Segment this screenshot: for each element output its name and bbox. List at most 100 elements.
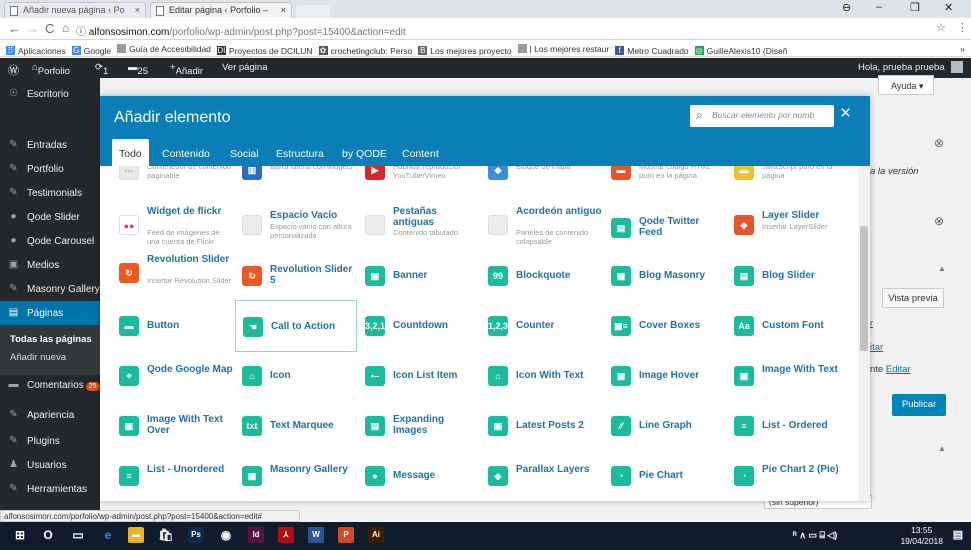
updates-link[interactable]: ⟳ 1 [95,62,108,77]
wordpress-logo-icon[interactable]: Ⓦ [8,62,19,78]
element-card[interactable]: 99 Blockquote [481,250,603,302]
taskbar-app-icon[interactable]: ▭ [70,527,86,543]
element-card[interactable]: •– Icon List Item [358,350,480,402]
site-name-link[interactable]: ⌂ Porfolio [32,62,70,77]
edit-link[interactable]: r [870,318,873,329]
sidebar-item-portfolio[interactable]: ✎ Portfolio [0,157,100,181]
element-search-input[interactable]: ⌕ Buscar elemento por nomb [690,105,834,127]
browser-menu-icon[interactable]: ⋮ [957,21,968,34]
tab-content[interactable]: Content [402,148,439,160]
taskbar-app-icon[interactable]: W [308,527,324,543]
view-page-link[interactable]: Ver página [222,62,267,73]
bookmark-item[interactable]: ◎ GuilleAlexis10 (Diseñ [694,42,787,56]
element-card[interactable]: ⁄⁄ Line Graph [604,400,726,452]
element-card[interactable]: ☚ Call to Action [235,300,357,352]
add-new-link[interactable]: + Añadir [170,62,203,77]
browser-tab-add-page[interactable]: Añadir nueva página ‹ Po × [4,2,146,18]
element-card[interactable]: ◔ Pie Chart [604,450,726,501]
element-card[interactable]: ▤ Blog Slider [727,250,849,302]
element-card[interactable]: Espacio Vacío Espacio vacío con altura pe… [235,202,357,254]
taskbar-clock[interactable]: 13:55 19/04/2018 [900,525,943,547]
sidebar-item-entradas[interactable]: ✎ Entradas [0,133,100,157]
taskbar-app-icon[interactable]: ◉ [218,527,234,543]
element-card[interactable]: ▣ Image With Text [727,350,849,402]
element-card[interactable]: ⌂ Icon With Text [481,350,603,402]
element-card[interactable]: Acordeón antiguo Paneles de contenido col… [481,202,603,254]
windows-start-icon[interactable]: ⊞ [12,527,28,543]
sidebar-item-escritorio[interactable]: ☉ Escritorio [0,82,100,106]
maximize-icon[interactable]: ❐ [910,1,920,14]
dismiss-icon[interactable]: ⊗ [934,214,944,228]
sidebar-item-medios[interactable]: ▣ Medios [0,253,100,277]
bookmark-item[interactable]: Guía de Accesibilidad [117,40,211,56]
element-card[interactable]: 3,2,1 Countdown [358,300,480,352]
sidebar-item-apariencia[interactable]: ✎ Apariencia [0,403,100,427]
tab-todo[interactable]: Todo [112,139,149,166]
system-tray-icons[interactable]: ᴿ ∧ ▭ ⌸ ◁) [790,527,840,543]
tab-estructura[interactable]: Estructura [276,148,324,160]
notifications-icon[interactable]: ▤ [950,527,966,543]
comments-link[interactable]: ▬ 25 [128,62,148,77]
submenu-add-new[interactable]: Añadir nueva [10,352,66,363]
element-card[interactable]: ▣≡ Cover Boxes [604,300,726,352]
element-card[interactable]: ≡ List - Unordered [112,450,234,501]
submenu-all-pages[interactable]: Todas las páginas [10,334,92,345]
preview-button[interactable]: Vista previa [882,288,944,308]
element-card[interactable]: ▤ Qode Twitter Feed [604,202,726,254]
modal-close-icon[interactable]: × [840,103,851,125]
sidebar-item-qode-carousel[interactable]: ● Qode Carousel [0,229,100,253]
element-card[interactable]: ↻ Revolution Slider 5 [235,250,357,302]
tab-contenido[interactable]: Contenido [162,148,210,160]
bookmark-star-icon[interactable]: ☆ [936,21,946,34]
taskbar-app-icon[interactable]: Ps [188,527,204,543]
minimize-icon[interactable]: – [876,1,882,13]
taskbar-app-icon[interactable]: Id [248,527,264,543]
bookmarks-more-icon[interactable]: » [960,40,965,56]
avatar[interactable] [951,61,963,73]
url-field[interactable]: ⓘ alfonsosimon.com/porfolio/wp-admin/pos… [76,21,936,38]
home-icon[interactable]: ⌂ [62,21,69,35]
bookmark-item[interactable]: f Metro Cuadrado [615,42,689,56]
element-card[interactable]: ▣ Banner [358,250,480,302]
tab-social[interactable]: Social [230,148,259,160]
bookmark-item[interactable]: ⠿ Aplicaciones [6,42,66,56]
collapse-icon[interactable]: ▲ [938,444,946,453]
bookmark-item[interactable]: | Los mejores restaur [517,40,609,56]
taskbar-app-icon[interactable]: Ai [368,527,384,543]
element-card[interactable]: ● Message [358,450,480,501]
publish-button[interactable]: Publicar [892,394,946,416]
bookmark-item[interactable]: ✿ crochetingclub: Perso [318,42,412,56]
taskbar-app-icon[interactable]: ▬ [128,527,144,543]
taskbar-app-icon[interactable]: e [100,527,116,543]
element-card[interactable]: ▦ Masonry Gallery [235,450,357,501]
profile-icon[interactable]: ⊖ [842,1,851,14]
tab-close-icon[interactable]: × [281,5,286,15]
element-card[interactable]: ⌖ Qode Google Map [112,350,234,402]
scrollbar-thumb[interactable] [860,226,868,351]
element-card[interactable]: Pestañas antiguas Contenido tabulado [358,202,480,254]
element-card[interactable]: ⌂ Icon [235,350,357,402]
element-card[interactable]: ◈ Parallax Layers [481,450,603,501]
element-card[interactable]: Aa Custom Font [727,300,849,352]
window-close-icon[interactable]: ✕ [944,1,953,14]
modal-scrollbar[interactable] [858,166,870,501]
browser-tab-edit-page[interactable]: Editar página ‹ Porfolio – × [150,2,292,18]
user-greeting[interactable]: Hola, prueba prueba [858,62,945,73]
bookmark-item[interactable]: B Los mejores proyecto [418,42,512,56]
element-card[interactable]: ▣ Image Hover [604,350,726,402]
sidebar-item-usuarios[interactable]: ♟ Usuarios [0,453,100,477]
tab-by-qode[interactable]: by QODE [342,148,387,160]
taskbar-app-icon[interactable]: ⅄ [278,527,294,543]
element-card[interactable]: ↻ Revolution Slider Insertar Revolution Sl… [112,250,234,302]
edit-link[interactable]: Editar [886,364,911,375]
taskbar-app-icon[interactable]: O [40,527,56,543]
sidebar-item-herramientas[interactable]: ✎ Herramientas [0,477,100,501]
sidebar-item-masonry-gallery[interactable]: ✎ Masonry Gallery [0,277,100,301]
element-card[interactable]: ▣ Image With Text Over [112,400,234,452]
sidebar-item-testimonials[interactable]: ✎ Testimonials [0,181,100,205]
element-card[interactable]: ◔ Pie Chart 2 (Pie) [727,450,849,501]
taskbar-app-icon[interactable]: 🛍 [158,527,174,543]
tab-close-icon[interactable]: × [135,5,140,15]
new-tab-button[interactable] [296,5,330,18]
element-card[interactable]: ●● Widget de flickr Feed de imágenes de un… [112,202,234,254]
